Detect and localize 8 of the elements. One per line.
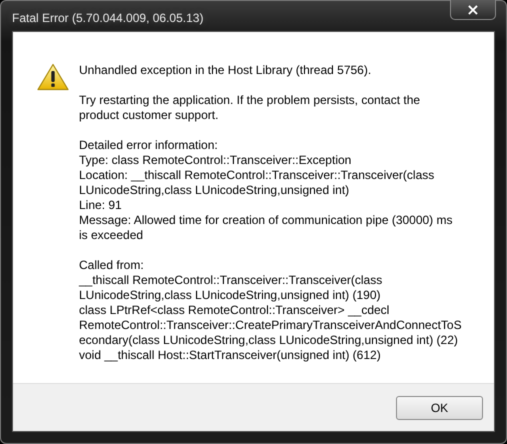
- error-headline: Unhandled exception in the Host Library (thread 5756).: [79, 63, 372, 78]
- error-details: Detailed error information: Type: class RemoteControl::Transceiver::Exception Location: __thiscall RemoteControl::Transceiver::Transceiver(class LUnicodeString,class LUnicodeString,unsigned int) Line: 91 Message: Allowed time for creation of communication pipe (30000) ms is exceeded: [79, 138, 454, 243]
- close-button[interactable]: ×: [450, 0, 496, 20]
- warning-icon: [37, 63, 69, 91]
- error-details: Called from: __thiscall RemoteControl::Transceiver::Transceiver(class LUnicodeString,class LUnicodeString,unsigned int) (190) class LPtrRef<class RemoteControl::Transceiver> __cdecl RemoteControl::Transceiver::CreatePrimaryTransceiverAndConnectToS econdary(class LUnicodeString,class LUnicodeString,unsigned int) (22) void __thiscall Host::StartTransceiver(unsigned int) (612): [79, 258, 462, 363]
- window-title: Fatal Error (5.70.044.009, 06.05.13): [12, 11, 204, 25]
- ok-button[interactable]: OK: [396, 396, 483, 420]
- error-details: Try restarting the application. If the problem persists, contact the product customer support.: [79, 93, 422, 123]
